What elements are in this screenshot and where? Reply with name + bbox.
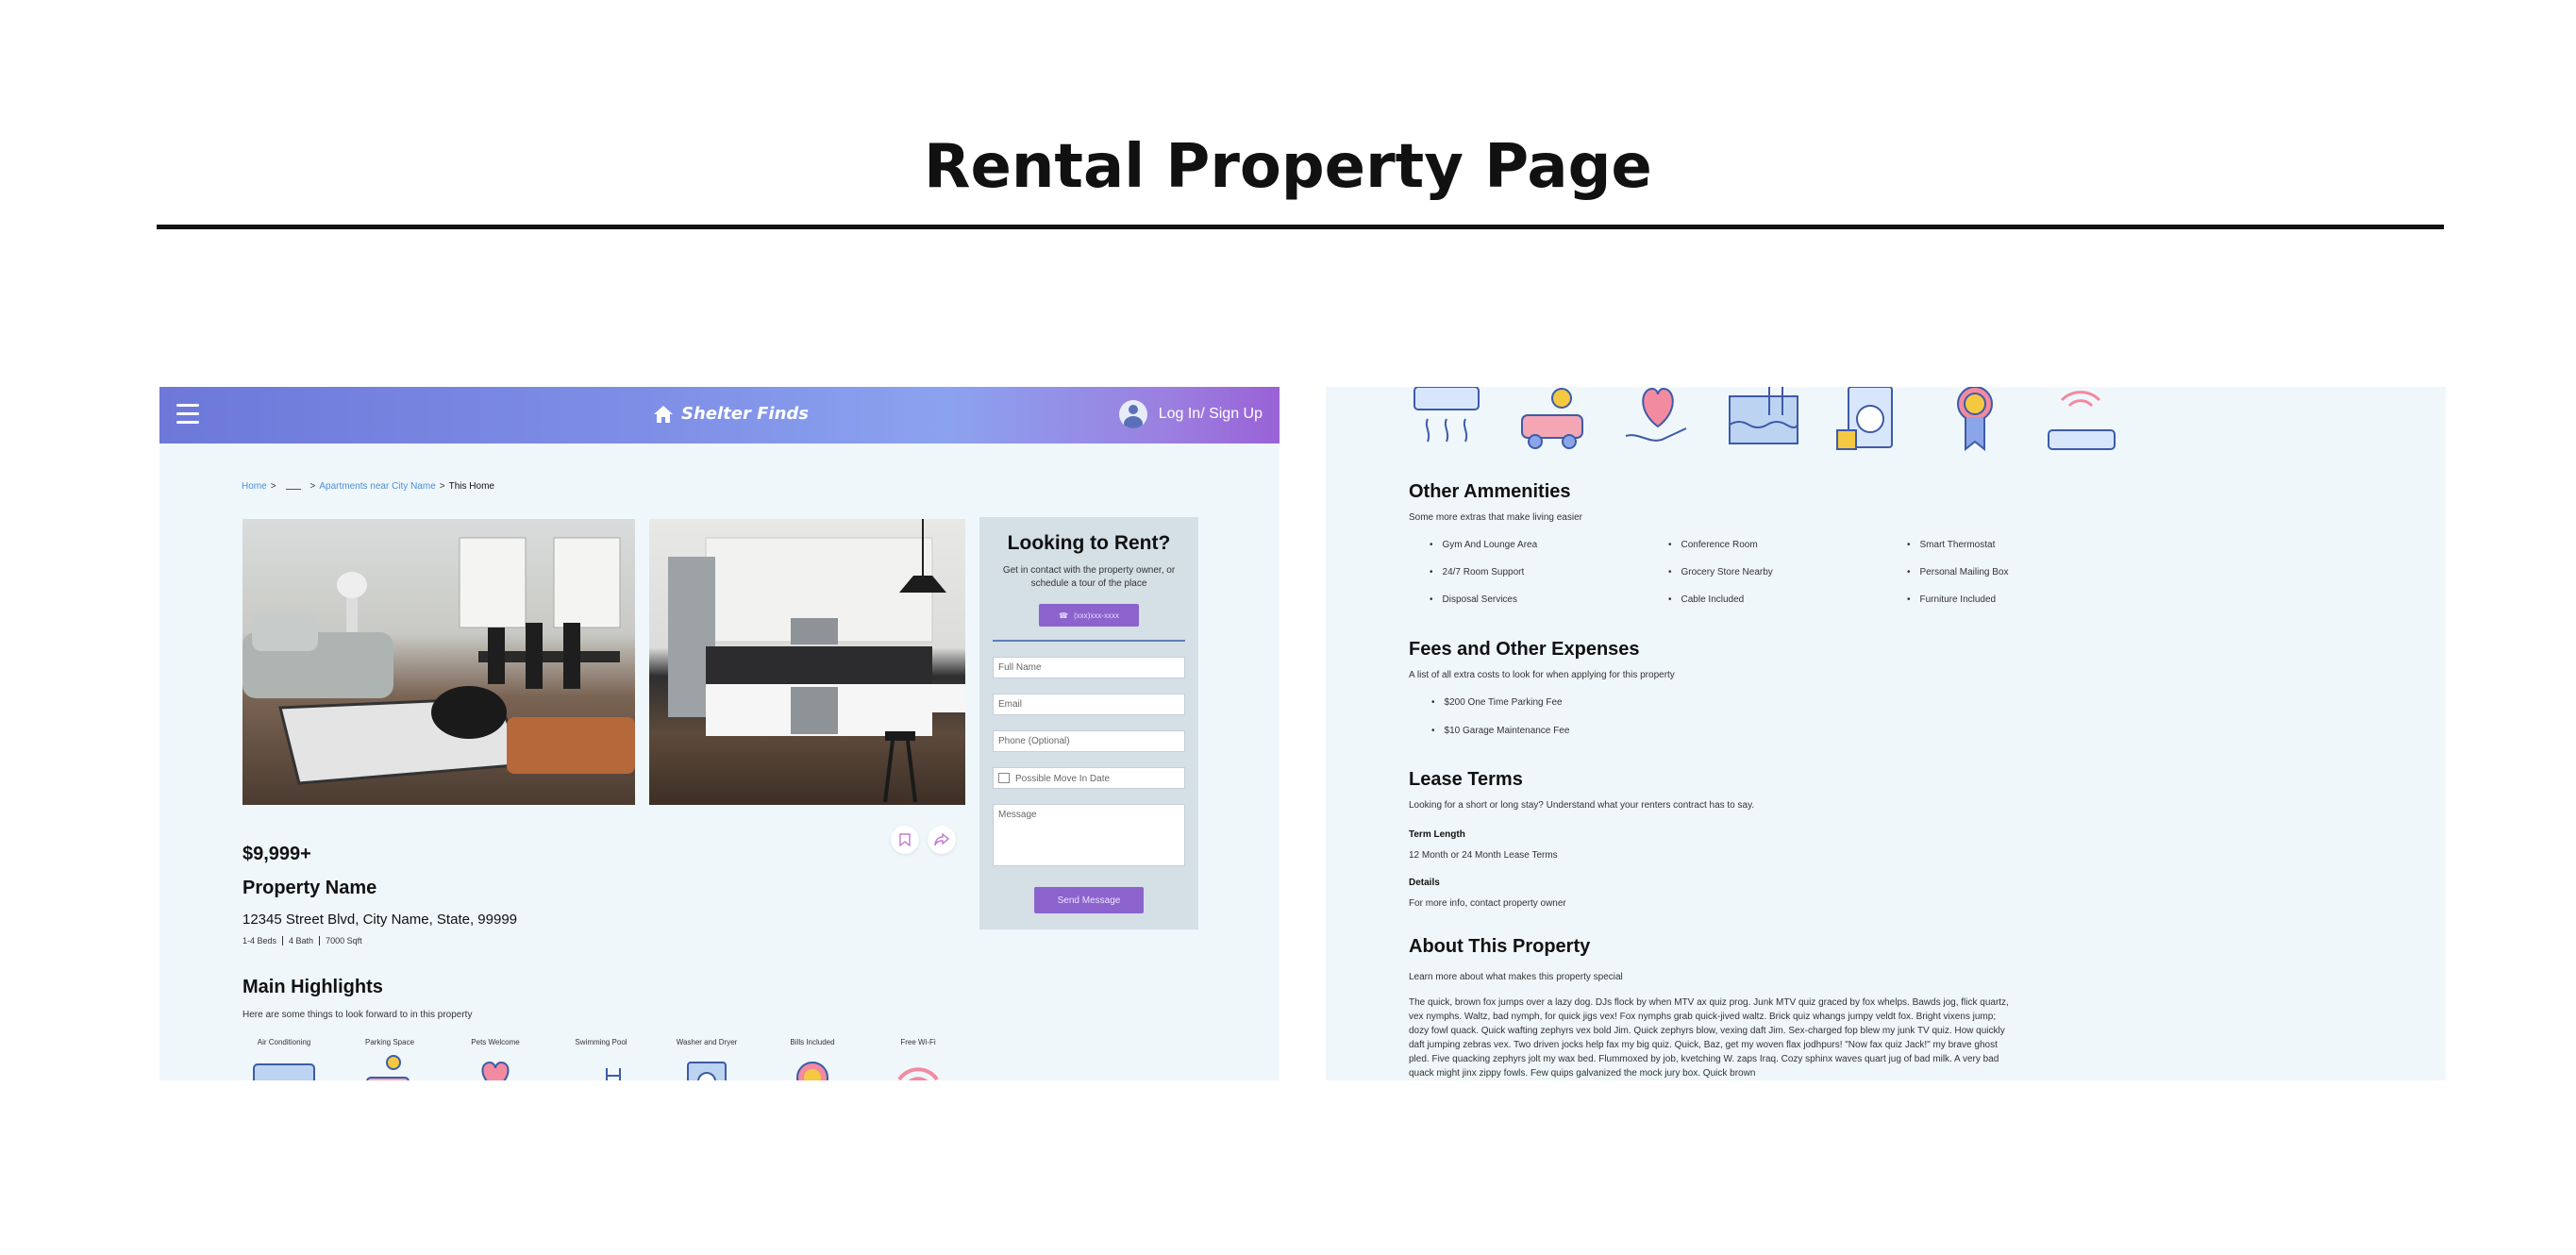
highlight-label: Swimming Pool [575, 1038, 627, 1046]
breadcrumb-home[interactable]: Home [242, 481, 267, 492]
highlight-label: Pets Welcome [471, 1038, 520, 1046]
highlight-label: Washer and Dryer [676, 1038, 738, 1046]
property-page-preview-bottom: Other Ammenities Some more extras that m… [1326, 387, 2446, 1080]
user-avatar-icon [1118, 400, 1147, 428]
car-icon [1521, 388, 1583, 449]
amenity-item: Conference Room [1668, 540, 1758, 550]
air-conditioner-icon [1413, 387, 1480, 443]
pet-heart-icon [481, 1061, 510, 1080]
about-subtitle: Learn more about what makes this propert… [1409, 972, 1623, 982]
details-value: For more info, contact property owner [1409, 898, 1566, 909]
brand-name: Shelter Finds [681, 404, 809, 424]
message-field[interactable]: Message [993, 804, 1185, 866]
amenity-item: Grocery Store Nearby [1668, 567, 1773, 577]
form-title: Looking to Rent? [1007, 532, 1171, 554]
amenity-item: Gym And Lounge Area [1430, 540, 1538, 550]
breadcrumb-listing[interactable]: Apartments near City Name [319, 481, 435, 492]
phone-field[interactable]: Phone (Optional) [993, 730, 1185, 752]
fees-title: Fees and Other Expenses [1409, 639, 1640, 660]
price: $9,999+ [243, 844, 311, 864]
title-divider [157, 225, 2444, 229]
bookmark-icon[interactable] [891, 826, 919, 854]
amenity-item: 24/7 Room Support [1430, 567, 1525, 577]
about-paragraph: The quick, brown fox jumps over a lazy d… [1409, 997, 2009, 1079]
form-description: Get in contact with the property owner, … [1002, 565, 1176, 589]
menu-icon[interactable] [176, 404, 199, 425]
contact-form: Looking to Rent? Get in contact with the… [979, 517, 1198, 929]
calendar-icon [998, 773, 1010, 783]
highlights-subtitle: Here are some things to look forward to … [243, 1010, 473, 1020]
breadcrumb-ellipsis[interactable] [285, 484, 301, 490]
washer-icon [1836, 387, 1893, 450]
highlight-label: Bills Included [790, 1038, 835, 1046]
amenity-item: Cable Included [1668, 594, 1745, 605]
breadcrumb-separator: > [309, 481, 316, 492]
wifi-icon [897, 1067, 939, 1080]
details-label: Details [1409, 878, 1440, 888]
send-message-button[interactable]: Send Message [1034, 887, 1144, 913]
pool-icon [606, 1068, 621, 1080]
about-title: About This Property [1409, 936, 1591, 957]
fee-item: $10 Garage Maintenance Fee [1431, 726, 1570, 736]
login-button[interactable]: Log In/ Sign Up [1118, 400, 1263, 428]
amenity-item: Furniture Included [1907, 594, 1997, 605]
fees-subtitle: A list of all extra costs to look for wh… [1409, 670, 1675, 680]
spec-beds: 1-4 Beds [243, 936, 277, 945]
amenity-item: Disposal Services [1430, 594, 1517, 605]
bills-badge-icon [796, 1062, 828, 1080]
property-name: Property Name [243, 878, 377, 898]
fee-item: $200 One Time Parking Fee [1431, 697, 1563, 708]
term-length-label: Term Length [1409, 829, 1465, 840]
pool-icon [1729, 387, 1798, 444]
move-in-placeholder: Possible Move In Date [1015, 774, 1111, 784]
router-icon [2048, 391, 2116, 450]
breadcrumb-separator: > [270, 481, 276, 492]
phone-icon: ☎ [1059, 611, 1068, 620]
email-field[interactable]: Email [993, 694, 1185, 715]
page-title: Rental Property Page [924, 132, 1652, 202]
form-divider [993, 640, 1185, 642]
air-conditioner-icon [253, 1063, 315, 1080]
other-amenities-title: Other Ammenities [1409, 481, 1571, 502]
highlight-label: Parking Space [364, 1038, 415, 1046]
share-icon[interactable] [928, 826, 956, 854]
washer-icon [687, 1062, 727, 1080]
lease-terms-subtitle: Looking for a short or long stay? Unders… [1409, 800, 1755, 811]
brand-logo[interactable]: Shelter Finds [653, 404, 809, 424]
lease-terms-title: Lease Terms [1409, 769, 1523, 790]
breadcrumb-current: This Home [448, 481, 494, 492]
property-page-preview-top: Shelter Finds Log In/ Sign Up Home > > A… [159, 387, 1280, 1080]
full-name-field[interactable]: Full Name [993, 657, 1185, 678]
kitchen-photo[interactable] [649, 519, 965, 805]
highlights-title: Main Highlights [243, 977, 383, 997]
living-room-photo[interactable] [243, 519, 635, 805]
property-address: 12345 Street Blvd, City Name, State, 999… [243, 912, 517, 928]
highlight-label: Air Conditioning [257, 1038, 311, 1046]
car-icon [366, 1055, 410, 1080]
home-icon [654, 405, 673, 423]
highlight-label: Free Wi-Fi [900, 1038, 936, 1046]
bills-badge-icon [1957, 387, 1993, 451]
phone-number: (xxx)xxx-xxxx [1073, 611, 1119, 620]
navbar: Shelter Finds Log In/ Sign Up [159, 387, 1280, 443]
spec-bath: 4 Bath [289, 936, 314, 945]
term-length-value: 12 Month or 24 Month Lease Terms [1409, 850, 1558, 861]
login-label: Log In/ Sign Up [1158, 406, 1263, 422]
amenity-item: Personal Mailing Box [1907, 567, 2009, 577]
move-in-date-field[interactable]: Possible Move In Date [993, 767, 1185, 789]
spec-sqft: 7000 Sqft [326, 936, 362, 945]
property-specs: 1-4 Beds 4 Bath 7000 Sqft [243, 936, 362, 945]
breadcrumb: Home > > Apartments near City Name > Thi… [242, 481, 494, 492]
pet-heart-icon [1625, 387, 1687, 442]
amenity-item: Smart Thermostat [1907, 540, 1996, 550]
other-amenities-subtitle: Some more extras that make living easier [1409, 512, 1582, 523]
call-button[interactable]: ☎ (xxx)xxx-xxxx [1039, 604, 1139, 627]
breadcrumb-separator: > [439, 481, 445, 492]
